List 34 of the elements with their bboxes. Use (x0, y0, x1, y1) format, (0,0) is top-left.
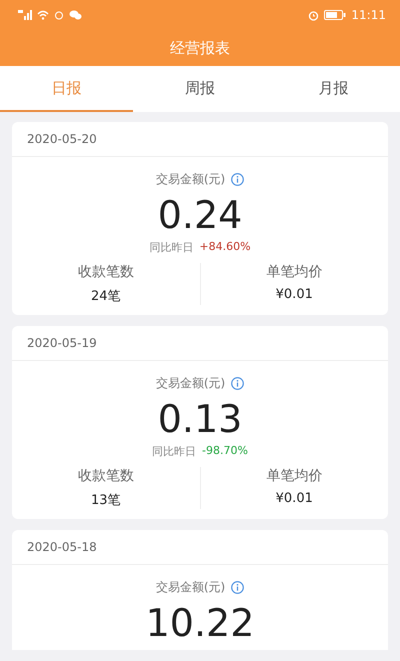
battery-icon (324, 10, 346, 20)
compare-label: 同比昨日 (152, 444, 196, 459)
count-label: 收款笔数 (78, 467, 134, 485)
count-value: 13笔 (90, 492, 121, 509)
status-time: 11:11 (351, 8, 386, 22)
amount-value: 0.13 (158, 396, 242, 442)
change-percent: +84.60% (199, 240, 251, 255)
amount-label: 交易金额(元) (156, 171, 226, 188)
average-label: 单笔均价 (266, 467, 322, 485)
amount-value: 10.22 (146, 600, 254, 646)
change-percent: -98.70% (202, 444, 248, 459)
notification-icon (54, 10, 64, 20)
report-date: 2020-05-18 (12, 530, 388, 565)
chat-icon (69, 10, 82, 20)
signal-icon (18, 10, 32, 20)
page-title: 经营报表 (170, 38, 230, 58)
info-icon[interactable] (231, 581, 244, 594)
average-value: ¥0.01 (276, 491, 313, 506)
info-icon[interactable] (231, 377, 244, 390)
tab[interactable]: 月报 (266, 66, 400, 112)
amount-label: 交易金额(元) (156, 579, 226, 596)
tab[interactable]: 周报 (133, 66, 267, 112)
average-value: ¥0.01 (276, 287, 313, 302)
amount-label: 交易金额(元) (156, 375, 226, 392)
alarm-icon (308, 10, 320, 20)
report-date: 2020-05-19 (12, 326, 388, 361)
count-label: 收款笔数 (78, 263, 134, 281)
average-label: 单笔均价 (266, 263, 322, 281)
report-date: 2020-05-20 (12, 122, 388, 157)
compare-label: 同比昨日 (149, 240, 194, 255)
count-value: 24笔 (90, 288, 121, 305)
amount-value: 0.24 (158, 192, 242, 238)
wifi-icon (37, 10, 49, 20)
info-icon[interactable] (231, 173, 244, 186)
